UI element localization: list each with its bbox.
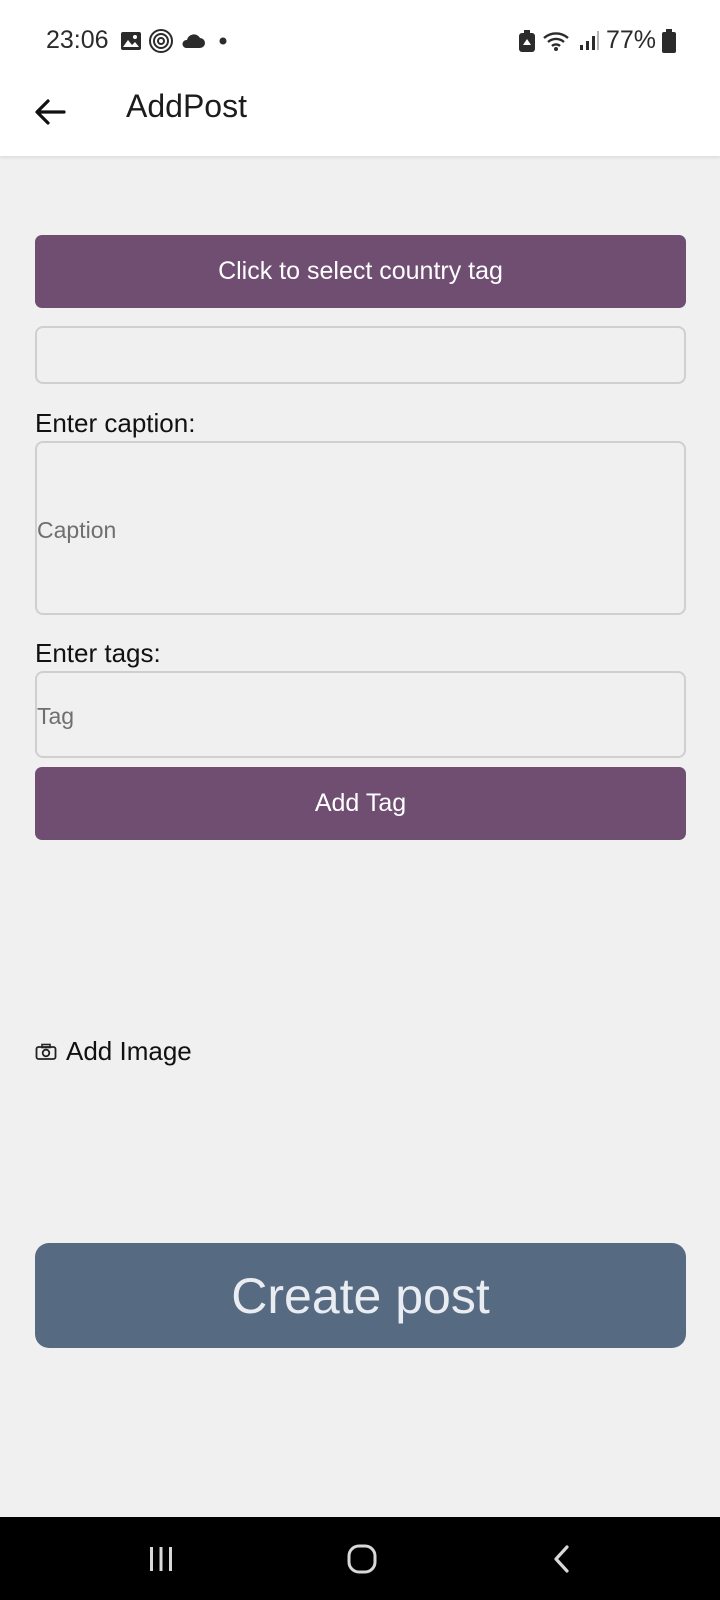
status-time: 23:06 — [46, 26, 109, 54]
select-country-tag-button[interactable]: Click to select country tag — [35, 235, 686, 308]
home-button[interactable] — [342, 1539, 382, 1579]
app-bar: AddPost — [0, 80, 720, 156]
recent-apps-icon — [150, 1547, 172, 1571]
image-icon — [121, 32, 141, 50]
camera-icon — [35, 1043, 57, 1060]
back-button[interactable] — [30, 92, 70, 132]
tag-placeholder: Tag — [37, 703, 75, 729]
add-image-label: Add Image — [66, 1036, 192, 1066]
back-icon — [554, 1545, 569, 1573]
battery-saver-icon — [518, 29, 535, 52]
wifi-icon — [543, 31, 569, 51]
status-bar: 23:06 77% — [0, 0, 720, 80]
home-icon — [347, 1544, 377, 1574]
add-image-button[interactable]: Add Image — [35, 1036, 192, 1067]
status-right-icons: 77% — [518, 26, 676, 55]
arrow-left-icon — [35, 99, 66, 125]
page-title: AddPost — [126, 88, 247, 124]
country-tag-field[interactable] — [35, 326, 686, 384]
caption-placeholder: Caption — [37, 517, 117, 543]
dot-icon — [219, 37, 227, 45]
fingerprint-icon — [149, 29, 173, 53]
battery-percent: 77% — [605, 26, 656, 54]
signal-icon — [579, 30, 599, 50]
battery-icon — [662, 28, 676, 53]
create-post-button[interactable]: Create post — [35, 1243, 686, 1348]
caption-label: Enter caption: — [35, 408, 196, 438]
recent-apps-button[interactable] — [141, 1539, 181, 1579]
tags-label: Enter tags: — [35, 638, 161, 668]
caption-input[interactable]: Caption — [35, 441, 686, 615]
add-tag-button[interactable]: Add Tag — [35, 767, 686, 840]
status-left-icons — [120, 28, 234, 54]
system-nav-bar — [0, 1517, 720, 1600]
cloud-icon — [182, 34, 205, 48]
nav-back-button[interactable] — [543, 1539, 583, 1579]
tag-input[interactable]: Tag — [35, 671, 686, 758]
